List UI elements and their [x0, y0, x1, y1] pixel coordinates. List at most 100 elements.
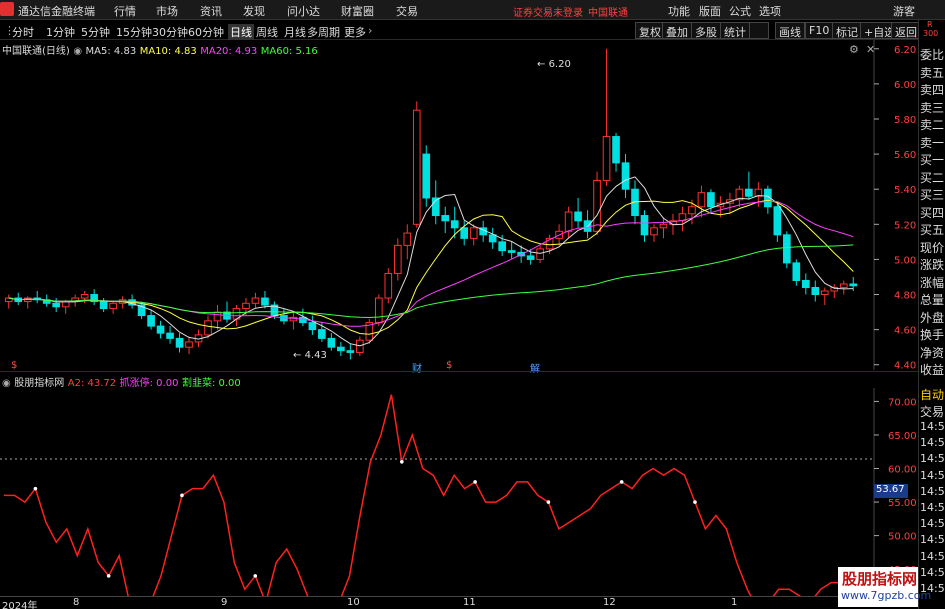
panel-corner-r: R — [927, 20, 933, 29]
quote-item[interactable]: 卖三 — [920, 99, 944, 116]
quote-item[interactable]: 外盘 — [920, 309, 944, 326]
quote-item[interactable]: 总量 — [920, 291, 944, 308]
quote-item[interactable]: 卖四 — [920, 81, 944, 98]
candle — [773, 203, 782, 242]
quote-item[interactable]: 净资 — [920, 344, 944, 361]
period-monthly[interactable]: 月线 — [284, 24, 306, 40]
quote-item[interactable]: 卖二 — [920, 116, 944, 133]
quote-item[interactable]: 买三 — [920, 186, 944, 203]
candle — [640, 210, 649, 242]
a2-dot — [33, 486, 38, 491]
quote-item[interactable]: 收益 — [920, 361, 944, 378]
candle — [33, 291, 42, 304]
quote-item[interactable]: 买五 — [920, 221, 944, 238]
x-label-9: 9 — [221, 597, 228, 608]
menu-gongshi[interactable]: 公式 — [729, 3, 751, 19]
menu-hangqing[interactable]: 行情 — [114, 3, 136, 19]
menu-zixun[interactable]: 资讯 — [200, 3, 222, 19]
btn-huaxian[interactable]: 画线 — [775, 22, 805, 39]
main-axis-label: 6.20 — [894, 45, 916, 56]
candle-body — [346, 350, 355, 353]
marker-a[interactable]: $ — [11, 360, 17, 371]
candle-body — [536, 248, 544, 260]
btn-diejia[interactable]: 叠加 — [662, 22, 692, 39]
candle — [251, 292, 260, 309]
candlestick-chart[interactable]: 6.20 6.00 5.80 5.60 5.40 5.20 5.00 4.80 4.60 4.40 — [0, 40, 918, 370]
candle-body — [147, 315, 155, 327]
candle-body — [213, 311, 222, 322]
quote-item[interactable]: 现价 — [920, 239, 944, 256]
quote-item[interactable]: 换手 — [920, 326, 944, 343]
period-more[interactable]: 更多 — [344, 24, 366, 40]
candle-body — [526, 255, 535, 260]
period-weekly[interactable]: 周线 — [256, 24, 278, 40]
menu-shichang[interactable]: 市场 — [156, 3, 178, 19]
btn-biaoji[interactable]: 标记 — [832, 22, 862, 39]
main-axis-label: 5.20 — [894, 220, 916, 231]
tick-time: 14:56 — [920, 484, 945, 498]
marker-c[interactable]: $ — [446, 360, 452, 371]
high-annotation: ← 6.20 — [537, 59, 571, 70]
candle — [384, 268, 393, 304]
login-notice[interactable]: 证券交易未登录 — [513, 4, 583, 19]
tick-time: 14:56 — [920, 501, 945, 514]
auto-label[interactable]: 自动 — [920, 386, 944, 403]
menu-caifuquan[interactable]: 财富圈 — [341, 3, 374, 19]
btn-blank[interactable] — [749, 22, 769, 39]
candle — [811, 280, 820, 302]
tick-time: 14:56 — [920, 517, 945, 531]
candle — [564, 206, 573, 239]
quote-item[interactable]: 买二 — [920, 169, 944, 186]
quote-item[interactable]: 涨跌 — [920, 256, 944, 273]
candle-body — [99, 301, 108, 310]
quote-item[interactable]: 委比 — [920, 46, 944, 63]
marker-cai[interactable]: 财 — [412, 360, 422, 375]
chevron-right-icon[interactable]: › — [368, 24, 372, 37]
tick-time: 14:56 — [920, 549, 945, 563]
quote-item[interactable]: 买一 — [920, 151, 944, 168]
candle — [147, 310, 155, 330]
candle — [327, 333, 336, 351]
menu-xuanxiang[interactable]: 选项 — [759, 3, 781, 19]
menu-jiaoyi[interactable]: 交易 — [396, 3, 418, 19]
candle-body — [849, 283, 858, 287]
period-15min[interactable]: 15分钟 — [116, 24, 152, 40]
period-5min[interactable]: 5分钟 — [81, 24, 110, 40]
period-1min[interactable]: 1分钟 — [46, 24, 75, 40]
btn-f10[interactable]: F10 — [805, 22, 834, 39]
candle — [441, 206, 450, 234]
menu-wenxiaoda[interactable]: 问小达 — [287, 3, 320, 19]
menu-faxian[interactable]: 发现 — [243, 3, 265, 19]
candle-body — [773, 206, 782, 236]
btn-fuquan[interactable]: 复权 — [635, 22, 665, 39]
period-60min[interactable]: 60分钟 — [188, 24, 224, 40]
tick-time: 14:56 — [920, 436, 945, 450]
candle — [185, 336, 193, 355]
btn-tongji[interactable]: 统计 — [720, 22, 750, 39]
menu-gongneng[interactable]: 功能 — [668, 3, 690, 19]
candle — [612, 133, 620, 172]
candle — [650, 224, 658, 242]
user-guest[interactable]: 游客 — [893, 3, 915, 19]
quote-item[interactable]: 买四 — [920, 204, 944, 221]
trade-label[interactable]: 交易 — [920, 403, 944, 420]
sub-legend: ◉ 股朋指标网 A2: 43.72 抓涨停: 0.00 割韭菜: 0.00 — [2, 374, 241, 389]
menu-banmian[interactable]: 版面 — [699, 3, 721, 19]
candle-body — [621, 162, 630, 190]
period-daily[interactable]: 日线 — [228, 24, 254, 40]
candle-body — [488, 234, 497, 243]
candle — [783, 231, 791, 269]
quote-item[interactable]: 卖五 — [920, 64, 944, 81]
period-30min[interactable]: 30分钟 — [152, 24, 188, 40]
btn-duogu[interactable]: 多股 — [691, 22, 721, 39]
topbar-stock-name: 中国联通 — [588, 8, 628, 19]
quote-item[interactable]: 涨幅 — [920, 274, 944, 291]
a2-dot — [106, 574, 111, 578]
marker-jie[interactable]: 解 — [530, 360, 540, 375]
indicator-chart[interactable]: 70.0065.0060.0055.0050.0045.00 — [0, 388, 918, 596]
candle — [431, 180, 440, 225]
btn-fanhui[interactable]: 返回 — [891, 22, 921, 39]
period-fenshi[interactable]: 分时 — [12, 24, 34, 40]
period-multi[interactable]: 多周期 — [307, 24, 340, 40]
quote-item[interactable]: 卖一 — [920, 134, 944, 151]
